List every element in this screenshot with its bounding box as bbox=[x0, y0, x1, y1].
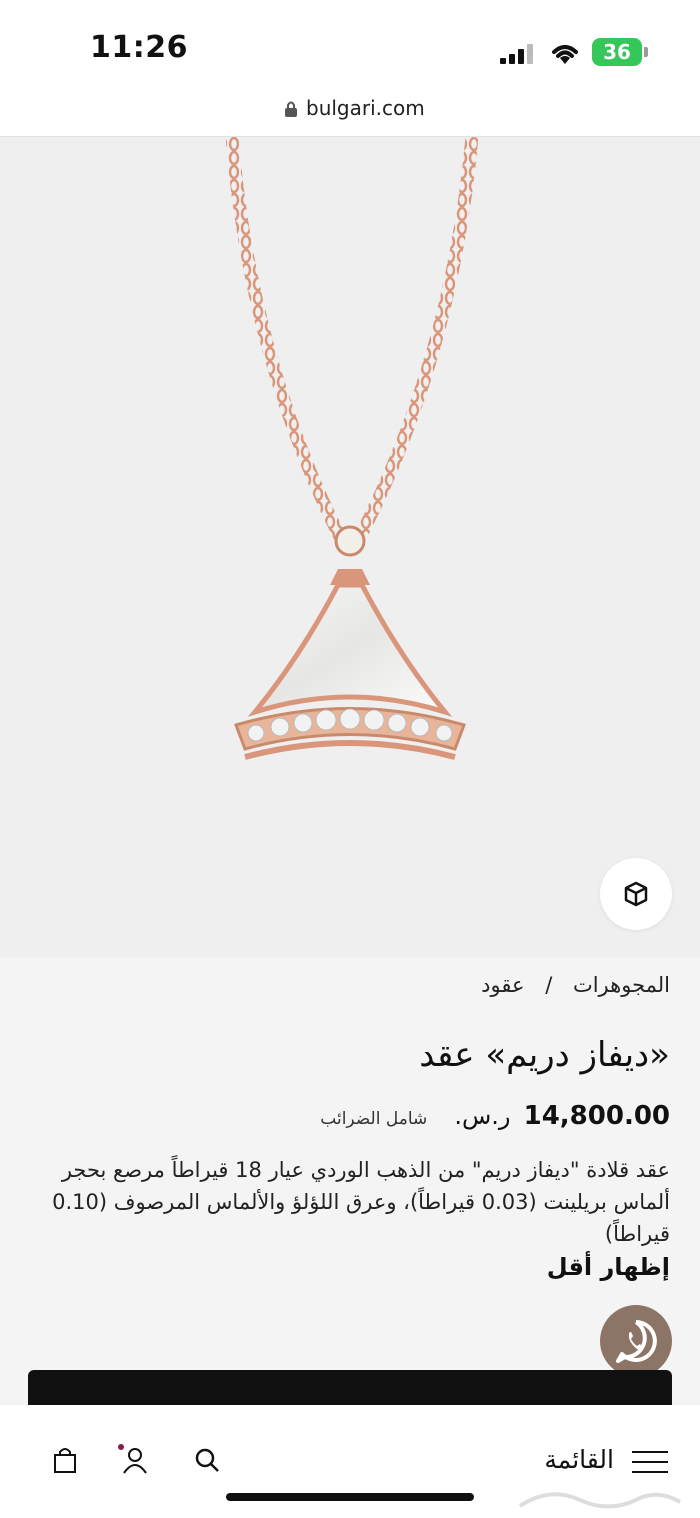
home-indicator bbox=[226, 1493, 474, 1501]
address-bar[interactable]: bulgari.com bbox=[0, 90, 700, 137]
currency-label: ر.س. bbox=[454, 1102, 511, 1130]
watermark-logo bbox=[518, 1492, 682, 1509]
lock-icon bbox=[285, 101, 297, 117]
breadcrumb-parent-link[interactable]: المجوهرات bbox=[573, 973, 670, 997]
user-icon[interactable] bbox=[120, 1445, 150, 1475]
breadcrumb-separator: / bbox=[545, 973, 553, 997]
wifi-icon bbox=[552, 45, 578, 64]
menu-icon[interactable] bbox=[632, 1451, 668, 1473]
whatsapp-button[interactable] bbox=[600, 1305, 672, 1377]
url-text: bulgari.com bbox=[306, 96, 425, 120]
account-notification-dot bbox=[118, 1444, 124, 1450]
breadcrumb: المجوهرات / عقود bbox=[481, 973, 670, 997]
menu-label[interactable]: القائمة bbox=[544, 1445, 614, 1474]
product-price: 14,800.00 bbox=[523, 1101, 670, 1131]
product-info: المجوهرات / عقود «ديفاز دريم» عقد 14,800… bbox=[0, 957, 700, 1407]
price-row: 14,800.00 ر.س. شامل الضرائب bbox=[320, 1101, 670, 1131]
view-3d-button[interactable] bbox=[600, 858, 672, 930]
cube-3d-icon bbox=[624, 881, 648, 907]
product-description: عقد قلادة "ديفاز دريم" من الذهب الوردي ع… bbox=[52, 1158, 670, 1246]
cellular-signal-icon bbox=[500, 44, 536, 64]
necklace-image bbox=[225, 137, 479, 760]
bag-icon[interactable] bbox=[50, 1445, 80, 1475]
battery-nub bbox=[644, 47, 648, 57]
tax-note: شامل الضرائب bbox=[320, 1109, 428, 1129]
battery-icon: 36 bbox=[592, 38, 642, 66]
product-title: «ديفاز دريم» عقد bbox=[419, 1035, 670, 1075]
whatsapp-icon bbox=[616, 1320, 657, 1363]
status-time: 11:26 bbox=[90, 30, 188, 65]
product-image[interactable] bbox=[0, 137, 700, 957]
show-less-link[interactable]: إظهار أقل bbox=[547, 1253, 670, 1281]
status-bar: 11:26 36 bbox=[0, 0, 700, 90]
breadcrumb-current-link[interactable]: عقود bbox=[481, 973, 524, 997]
search-icon[interactable] bbox=[192, 1445, 222, 1475]
